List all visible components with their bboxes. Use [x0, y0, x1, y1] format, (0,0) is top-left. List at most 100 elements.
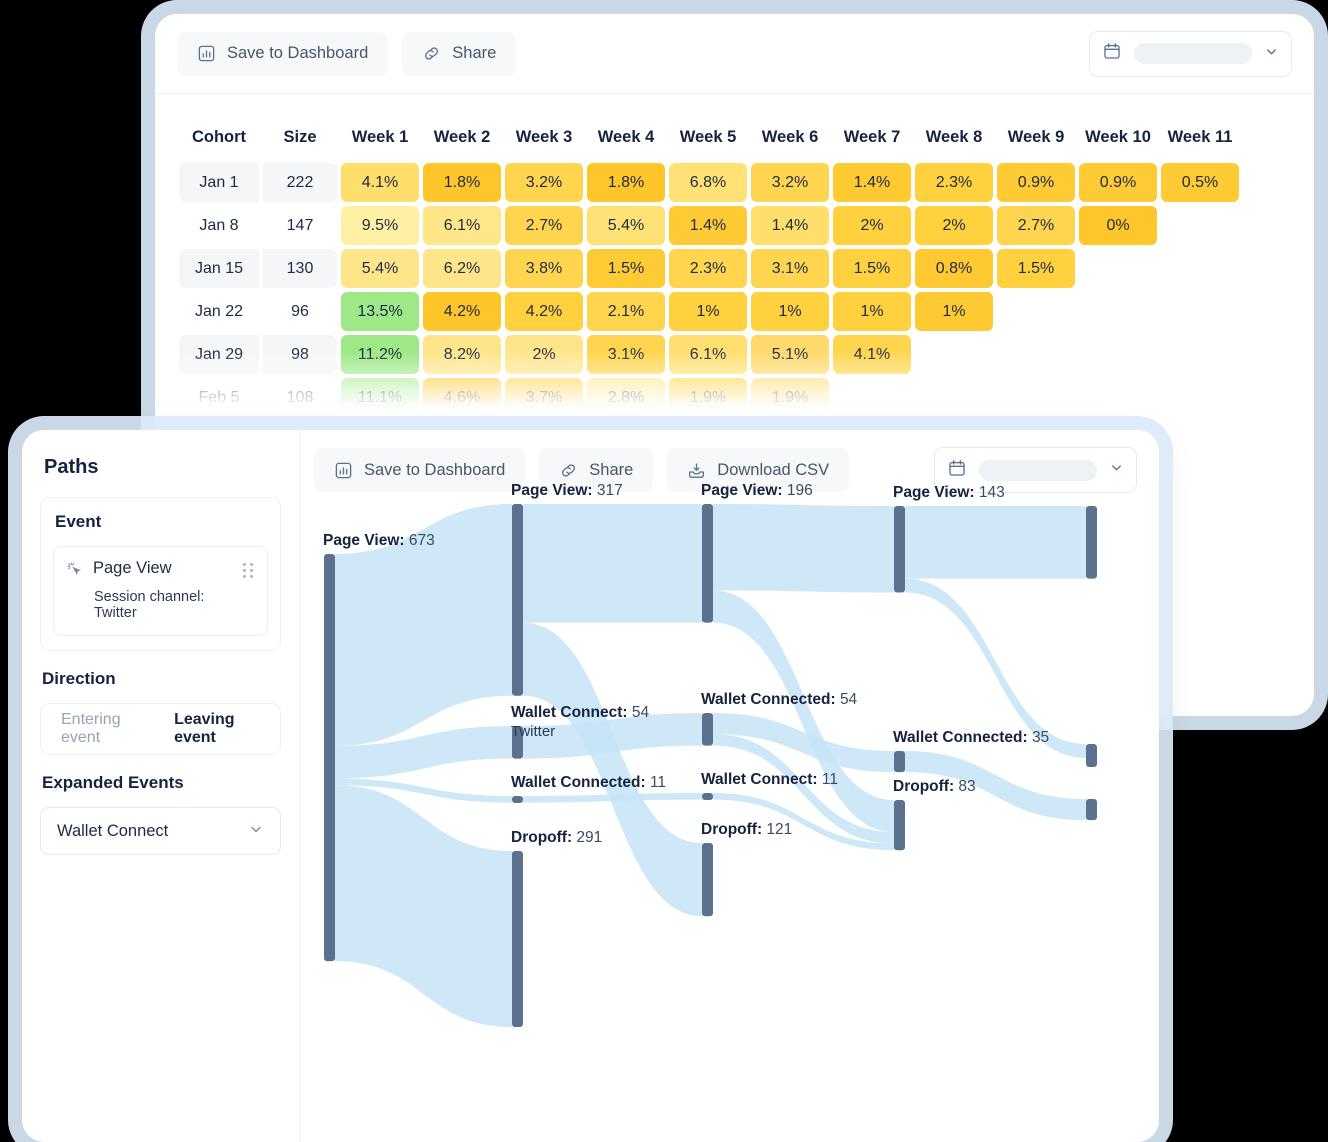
sankey-link[interactable] — [905, 506, 1086, 579]
retention-cell: 5.4% — [341, 249, 419, 288]
retention-cell-empty — [997, 335, 1075, 374]
retention-cell: 0.5% — [1161, 163, 1239, 202]
sankey-node[interactable] — [324, 554, 335, 962]
bar-chart-icon — [197, 44, 216, 63]
retention-cell-empty — [1161, 335, 1239, 374]
sankey-node[interactable] — [702, 713, 713, 746]
chevron-down-icon — [1264, 44, 1279, 64]
retention-cell: 5.1% — [751, 335, 829, 374]
cohort-col-header: Week 3 — [515, 128, 573, 146]
expanded-events-select[interactable]: Wallet Connect — [40, 807, 281, 856]
share-label: Share — [452, 44, 497, 62]
sankey-node[interactable] — [702, 843, 713, 917]
cohort-table-header-row: Cohort Size Week 1 Week 2 Week 3 Week 4 Week 5… — [179, 122, 1239, 159]
retention-cell: 2% — [833, 206, 911, 245]
cohort-toolbar: Save to Dashboard Share — [155, 14, 1314, 94]
retention-cell-empty — [1079, 335, 1157, 374]
sankey-node[interactable] — [894, 800, 905, 851]
cohort-col-header: Week 5 — [679, 128, 737, 146]
sankey-link[interactable] — [523, 504, 702, 623]
retention-cell: 11.1% — [341, 378, 419, 417]
date-range-value-placeholder — [1134, 43, 1252, 64]
event-chip[interactable]: Page View Session channel: Twitter — [53, 546, 268, 637]
sankey-node-label: Wallet Connected: 35 — [893, 729, 1049, 746]
retention-cell: 2% — [915, 206, 993, 245]
retention-cell: 0.9% — [1079, 163, 1157, 202]
sankey-node[interactable] — [1086, 799, 1097, 821]
page-title: Paths — [44, 456, 99, 478]
retention-cell: 8.2% — [423, 335, 501, 374]
save-to-dashboard-button[interactable]: Save to Dashboard — [177, 31, 389, 76]
cohort-table-wrapper: Cohort Size Week 1 Week 2 Week 3 Week 4 Week 5… — [155, 94, 1314, 421]
sankey-node[interactable] — [1086, 744, 1097, 767]
cohort-col-header: Week 11 — [1167, 128, 1233, 146]
sankey-node[interactable] — [1086, 506, 1097, 579]
sankey-node[interactable] — [894, 506, 905, 593]
retention-cell-empty — [915, 335, 993, 374]
sankey-node[interactable] — [512, 796, 523, 803]
cohort-col-header: Size — [283, 128, 317, 146]
retention-cell: 11.2% — [341, 335, 419, 374]
sankey-node[interactable] — [702, 504, 713, 623]
cohort-label: Jan 1 — [179, 163, 259, 202]
retention-cell: 4.1% — [341, 163, 419, 202]
cohort-col-header: Week 10 — [1085, 128, 1151, 146]
retention-cell: 9.5% — [341, 206, 419, 245]
retention-cell: 1.4% — [751, 206, 829, 245]
retention-cell: 1.8% — [587, 163, 665, 202]
sankey-link[interactable] — [713, 504, 894, 593]
share-button[interactable]: Share — [402, 31, 517, 76]
cohort-table: Cohort Size Week 1 Week 2 Week 3 Week 4 Week 5… — [175, 118, 1243, 421]
table-row: Jan 15 130 5.4% 6.2% 3.8% 1.5% 2.3% 3.1% 1.5% 0.8… — [179, 249, 1239, 288]
table-row: Jan 29 98 11.2% 8.2% 2% 3.1% 6.1% 5.1% 4.1% — [179, 335, 1239, 374]
retention-cell: 3.1% — [751, 249, 829, 288]
event-filter-label: Session channel: Twitter — [94, 589, 205, 622]
sankey-node-label: Page View: 143 — [893, 484, 1005, 501]
table-row: Jan 8 147 9.5% 6.1% 2.7% 5.4% 1.4% 1.4% 2% 2% 2.7%… — [179, 206, 1239, 245]
retention-cell-empty — [833, 378, 911, 417]
retention-cell: 5.4% — [587, 206, 665, 245]
retention-cell: 2.3% — [669, 249, 747, 288]
sankey-node[interactable] — [512, 504, 523, 696]
cohort-size: 96 — [291, 302, 309, 320]
sankey-node-label: Page View: 317 — [511, 482, 623, 499]
calendar-icon — [1102, 41, 1122, 66]
sankey-node-label: Dropoff: 83 — [893, 778, 976, 795]
cohort-label: Jan 15 — [179, 249, 259, 288]
paths-card: Paths Event Page View Session channel: T… — [22, 430, 1159, 1142]
retention-cell-empty — [1079, 378, 1157, 417]
cohort-size: 130 — [263, 249, 337, 288]
retention-cell: 1% — [915, 292, 993, 331]
sankey-node[interactable] — [894, 751, 905, 773]
sankey-node[interactable] — [702, 793, 713, 800]
cohort-col-header: Week 9 — [1007, 128, 1065, 146]
sankey-node-label: Page View: 196 — [701, 482, 813, 499]
cohort-size: 108 — [286, 388, 314, 406]
table-row: Jan 1 222 4.1% 1.8% 3.2% 1.8% 6.8% 3.2% 1.4% 2.3%… — [179, 163, 1239, 202]
direction-option-leaving[interactable]: Leaving event — [168, 711, 266, 747]
retention-cell: 1.5% — [587, 249, 665, 288]
retention-cell: 2.3% — [915, 163, 993, 202]
direction-option-entering[interactable]: Entering event — [55, 711, 150, 747]
retention-cell-empty — [1161, 378, 1239, 417]
cohort-col-header: Week 7 — [843, 128, 901, 146]
cohort-label: Jan 29 — [179, 335, 259, 374]
direction-toggle[interactable]: Entering event Leaving event — [40, 703, 281, 756]
sankey-link[interactable] — [335, 785, 512, 1028]
retention-cell: 6.1% — [423, 206, 501, 245]
cursor-click-icon — [66, 561, 83, 583]
paths-sidebar: Paths Event Page View Session channel: T… — [22, 430, 300, 1142]
sankey-node[interactable] — [512, 851, 523, 1028]
retention-cell: 1% — [751, 292, 829, 331]
event-name: Page View — [93, 559, 172, 577]
retention-cell: 0.9% — [997, 163, 1075, 202]
cohort-col-header: Week 8 — [925, 128, 983, 146]
sankey-node-label: Wallet Connect: 54 — [511, 704, 649, 721]
sankey-link[interactable] — [523, 622, 702, 917]
retention-cell-empty — [997, 378, 1075, 417]
date-range-picker[interactable] — [1089, 30, 1292, 77]
retention-cell: 6.8% — [669, 163, 747, 202]
drag-handle-icon[interactable] — [243, 563, 255, 579]
event-panel: Event Page View Session channel: Twitter — [40, 497, 281, 652]
retention-cell-empty — [1161, 292, 1239, 331]
